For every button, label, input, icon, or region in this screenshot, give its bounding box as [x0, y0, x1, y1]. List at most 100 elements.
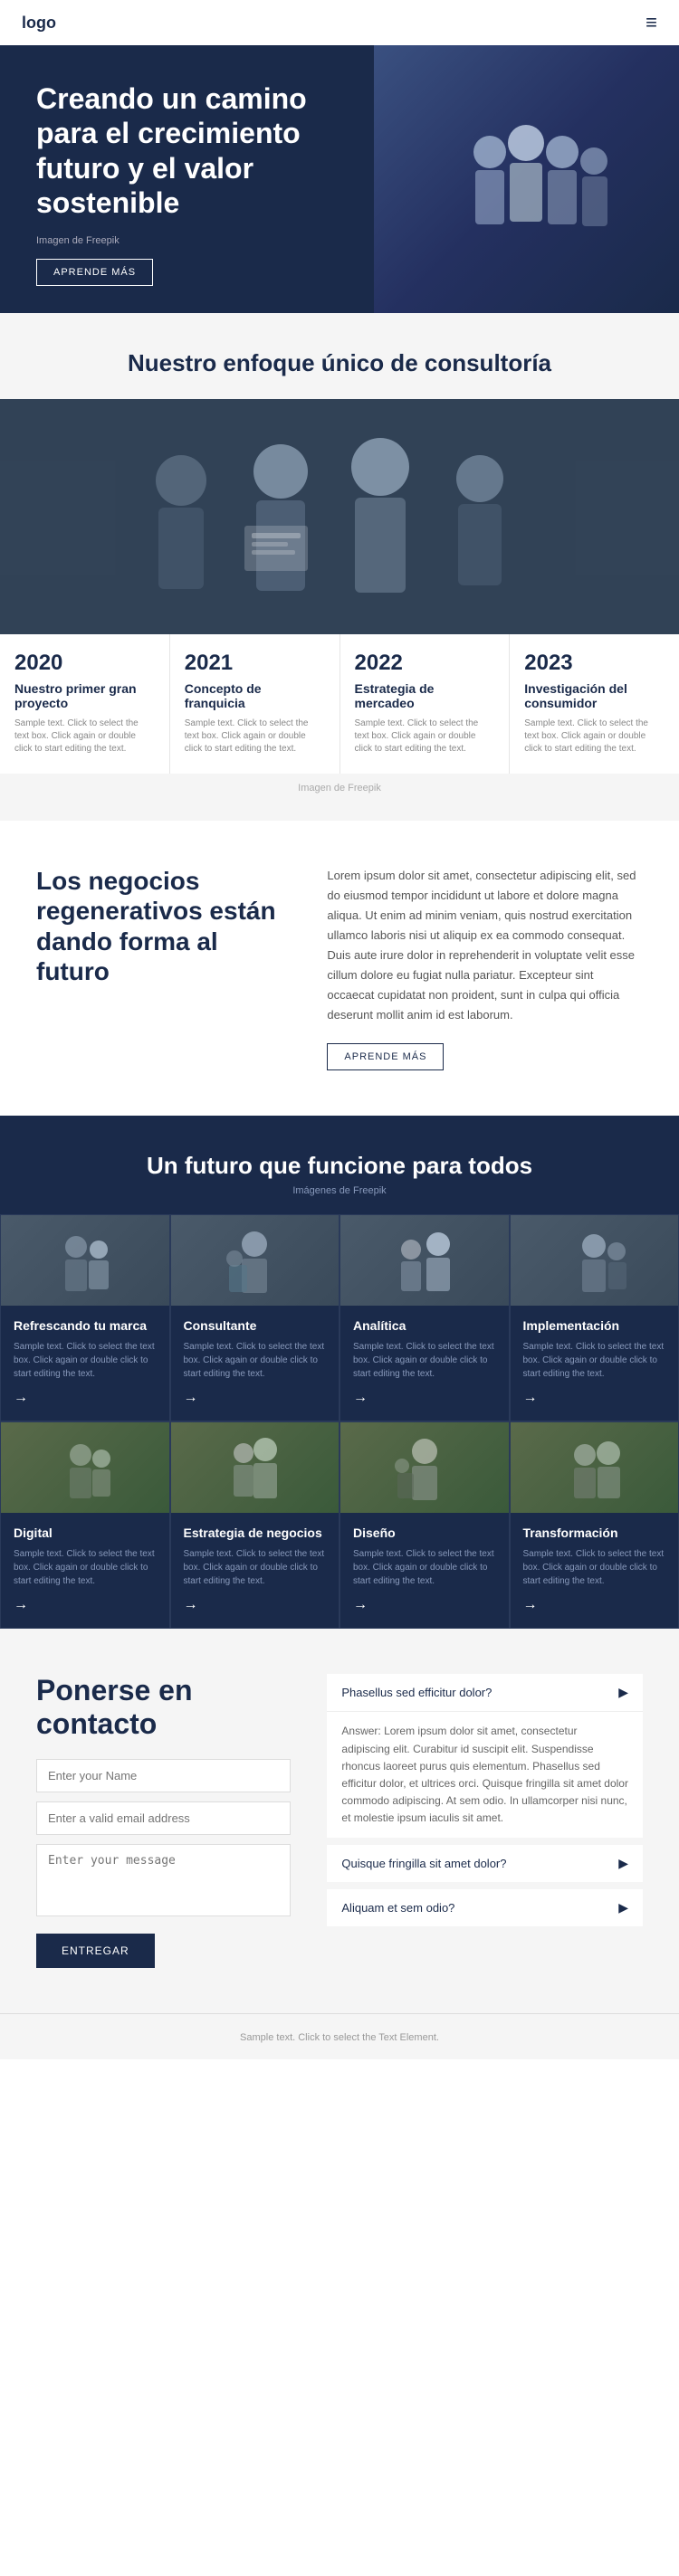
- contact-message-textarea[interactable]: [36, 1844, 291, 1916]
- timeline-desc-2021: Sample text. Click to select the text bo…: [185, 718, 325, 756]
- service-content-6: Diseño Sample text. Click to select the …: [340, 1513, 509, 1628]
- service-content-3: Implementación Sample text. Click to sel…: [511, 1306, 679, 1421]
- regen-right: Lorem ipsum dolor sit amet, consectetur …: [327, 866, 643, 1071]
- faq-item-2: Aliquam et sem odio? ▶: [327, 1889, 643, 1926]
- timeline-item-2021: 2021 Concepto de franquicia Sample text.…: [170, 634, 340, 774]
- service-content-2: Analítica Sample text. Click to select t…: [340, 1306, 509, 1421]
- timeline-desc-2022: Sample text. Click to select the text bo…: [355, 718, 495, 756]
- timeline-item-2020: 2020 Nuestro primer gran proyecto Sample…: [0, 634, 170, 774]
- service-item-0: Refrescando tu marca Sample text. Click …: [0, 1214, 170, 1421]
- contact-form-area: Ponerse en contacto ENTREGAR: [36, 1674, 291, 1968]
- hero-learn-more-button[interactable]: APRENDE MÁS: [36, 259, 153, 286]
- faq-item-1: Quisque fringilla sit amet dolor? ▶: [327, 1845, 643, 1882]
- timeline-desc-2023: Sample text. Click to select the text bo…: [524, 718, 665, 756]
- service-arrow-3[interactable]: →: [523, 1390, 666, 1406]
- service-item-7: Transformación Sample text. Click to sel…: [510, 1421, 679, 1629]
- faq-arrow-0: ▶: [618, 1685, 628, 1700]
- timeline-label-2020: Nuestro primer gran proyecto: [14, 681, 155, 710]
- faq-area: Phasellus sed efficitur dolor? ▶ Answer:…: [327, 1674, 643, 1968]
- service-content-4: Digital Sample text. Click to select the…: [1, 1513, 169, 1628]
- timeline-year-2021: 2021: [185, 651, 325, 676]
- service-image-7: [511, 1422, 679, 1513]
- contact-name-input[interactable]: [36, 1759, 291, 1792]
- hero-text-block: Creando un camino para el crecimiento fu…: [0, 45, 374, 313]
- faq-item-0: Phasellus sed efficitur dolor? ▶ Answer:…: [327, 1674, 643, 1838]
- service-desc-2: Sample text. Click to select the text bo…: [353, 1340, 496, 1381]
- hero-title: Creando un camino para el crecimiento fu…: [36, 81, 347, 221]
- faq-question-2[interactable]: Aliquam et sem odio? ▶: [327, 1889, 643, 1926]
- service-item-4: Digital Sample text. Click to select the…: [0, 1421, 170, 1629]
- timeline-item-2023: 2023 Investigación del consumidor Sample…: [510, 634, 679, 774]
- service-image-1: [171, 1215, 340, 1306]
- contact-submit-button[interactable]: ENTREGAR: [36, 1934, 155, 1968]
- service-arrow-1[interactable]: →: [184, 1390, 327, 1406]
- service-desc-1: Sample text. Click to select the text bo…: [184, 1340, 327, 1381]
- service-image-4: [1, 1422, 169, 1513]
- contact-title: Ponerse en contacto: [36, 1674, 291, 1741]
- consulting-image: [0, 399, 679, 634]
- service-image-3: [511, 1215, 679, 1306]
- hero-image: [374, 45, 679, 313]
- consulting-caption: Imagen de Freepik: [0, 774, 679, 821]
- faq-question-text-0: Phasellus sed efficitur dolor?: [341, 1686, 492, 1699]
- service-desc-4: Sample text. Click to select the text bo…: [14, 1547, 157, 1588]
- timeline-year-2022: 2022: [355, 651, 495, 676]
- service-item-1: Consultante Sample text. Click to select…: [170, 1214, 340, 1421]
- hero-section: Creando un camino para el crecimiento fu…: [0, 45, 679, 313]
- service-content-0: Refrescando tu marca Sample text. Click …: [1, 1306, 169, 1421]
- service-item-5: Estrategia de negocios Sample text. Clic…: [170, 1421, 340, 1629]
- service-arrow-2[interactable]: →: [353, 1390, 496, 1406]
- contact-section: Ponerse en contacto ENTREGAR Phasellus s…: [0, 1629, 679, 2013]
- service-image-5: [171, 1422, 340, 1513]
- regen-learn-more-button[interactable]: APRENDE MÁS: [327, 1043, 444, 1070]
- faq-question-0[interactable]: Phasellus sed efficitur dolor? ▶: [327, 1674, 643, 1711]
- service-arrow-6[interactable]: →: [353, 1597, 496, 1613]
- service-desc-0: Sample text. Click to select the text bo…: [14, 1340, 157, 1381]
- contact-email-input[interactable]: [36, 1801, 291, 1835]
- future-section: Un futuro que funcione para todos Imágen…: [0, 1116, 679, 1629]
- menu-icon[interactable]: ≡: [646, 11, 657, 34]
- footer: Sample text. Click to select the Text El…: [0, 2013, 679, 2059]
- faq-question-1[interactable]: Quisque fringilla sit amet dolor? ▶: [327, 1845, 643, 1882]
- timeline-year-2023: 2023: [524, 651, 665, 676]
- service-arrow-0[interactable]: →: [14, 1390, 157, 1406]
- service-image-6: [340, 1422, 509, 1513]
- service-arrow-4[interactable]: →: [14, 1597, 157, 1613]
- service-desc-6: Sample text. Click to select the text bo…: [353, 1547, 496, 1588]
- services-grid: Refrescando tu marca Sample text. Click …: [0, 1214, 679, 1629]
- future-caption: Imágenes de Freepik: [0, 1185, 679, 1214]
- service-content-1: Consultante Sample text. Click to select…: [171, 1306, 340, 1421]
- service-title-4: Digital: [14, 1526, 157, 1540]
- header: logo ≡: [0, 0, 679, 45]
- footer-text: Sample text. Click to select the Text El…: [240, 2032, 439, 2043]
- faq-answer-0: Answer: Lorem ipsum dolor sit amet, cons…: [327, 1711, 643, 1838]
- timeline-label-2022: Estrategia de mercadeo: [355, 681, 495, 710]
- consulting-people-illustration: [0, 399, 679, 634]
- service-content-5: Estrategia de negocios Sample text. Clic…: [171, 1513, 340, 1628]
- faq-question-text-2: Aliquam et sem odio?: [341, 1901, 454, 1915]
- service-item-2: Analítica Sample text. Click to select t…: [340, 1214, 510, 1421]
- logo: logo: [22, 14, 56, 33]
- service-title-0: Refrescando tu marca: [14, 1318, 157, 1333]
- timeline-label-2021: Concepto de franquicia: [185, 681, 325, 710]
- regen-section: Los negocios regenerativos están dando f…: [0, 821, 679, 1117]
- timeline-desc-2020: Sample text. Click to select the text bo…: [14, 718, 155, 756]
- hero-image-placeholder: [374, 45, 679, 313]
- future-title: Un futuro que funcione para todos: [0, 1152, 679, 1180]
- service-arrow-5[interactable]: →: [184, 1597, 327, 1613]
- faq-question-text-1: Quisque fringilla sit amet dolor?: [341, 1857, 506, 1870]
- consulting-title: Nuestro enfoque único de consultoría: [0, 349, 679, 377]
- timeline-year-2020: 2020: [14, 651, 155, 676]
- service-title-5: Estrategia de negocios: [184, 1526, 327, 1540]
- consulting-section: Nuestro enfoque único de consultoría 202…: [0, 313, 679, 821]
- service-image-0: [1, 1215, 169, 1306]
- service-title-7: Transformación: [523, 1526, 666, 1540]
- service-item-3: Implementación Sample text. Click to sel…: [510, 1214, 679, 1421]
- service-image-2: [340, 1215, 509, 1306]
- service-desc-5: Sample text. Click to select the text bo…: [184, 1547, 327, 1588]
- service-item-6: Diseño Sample text. Click to select the …: [340, 1421, 510, 1629]
- hero-caption: Imagen de Freepik: [36, 235, 347, 246]
- service-title-2: Analítica: [353, 1318, 496, 1333]
- service-arrow-7[interactable]: →: [523, 1597, 666, 1613]
- timeline: 2020 Nuestro primer gran proyecto Sample…: [0, 634, 679, 774]
